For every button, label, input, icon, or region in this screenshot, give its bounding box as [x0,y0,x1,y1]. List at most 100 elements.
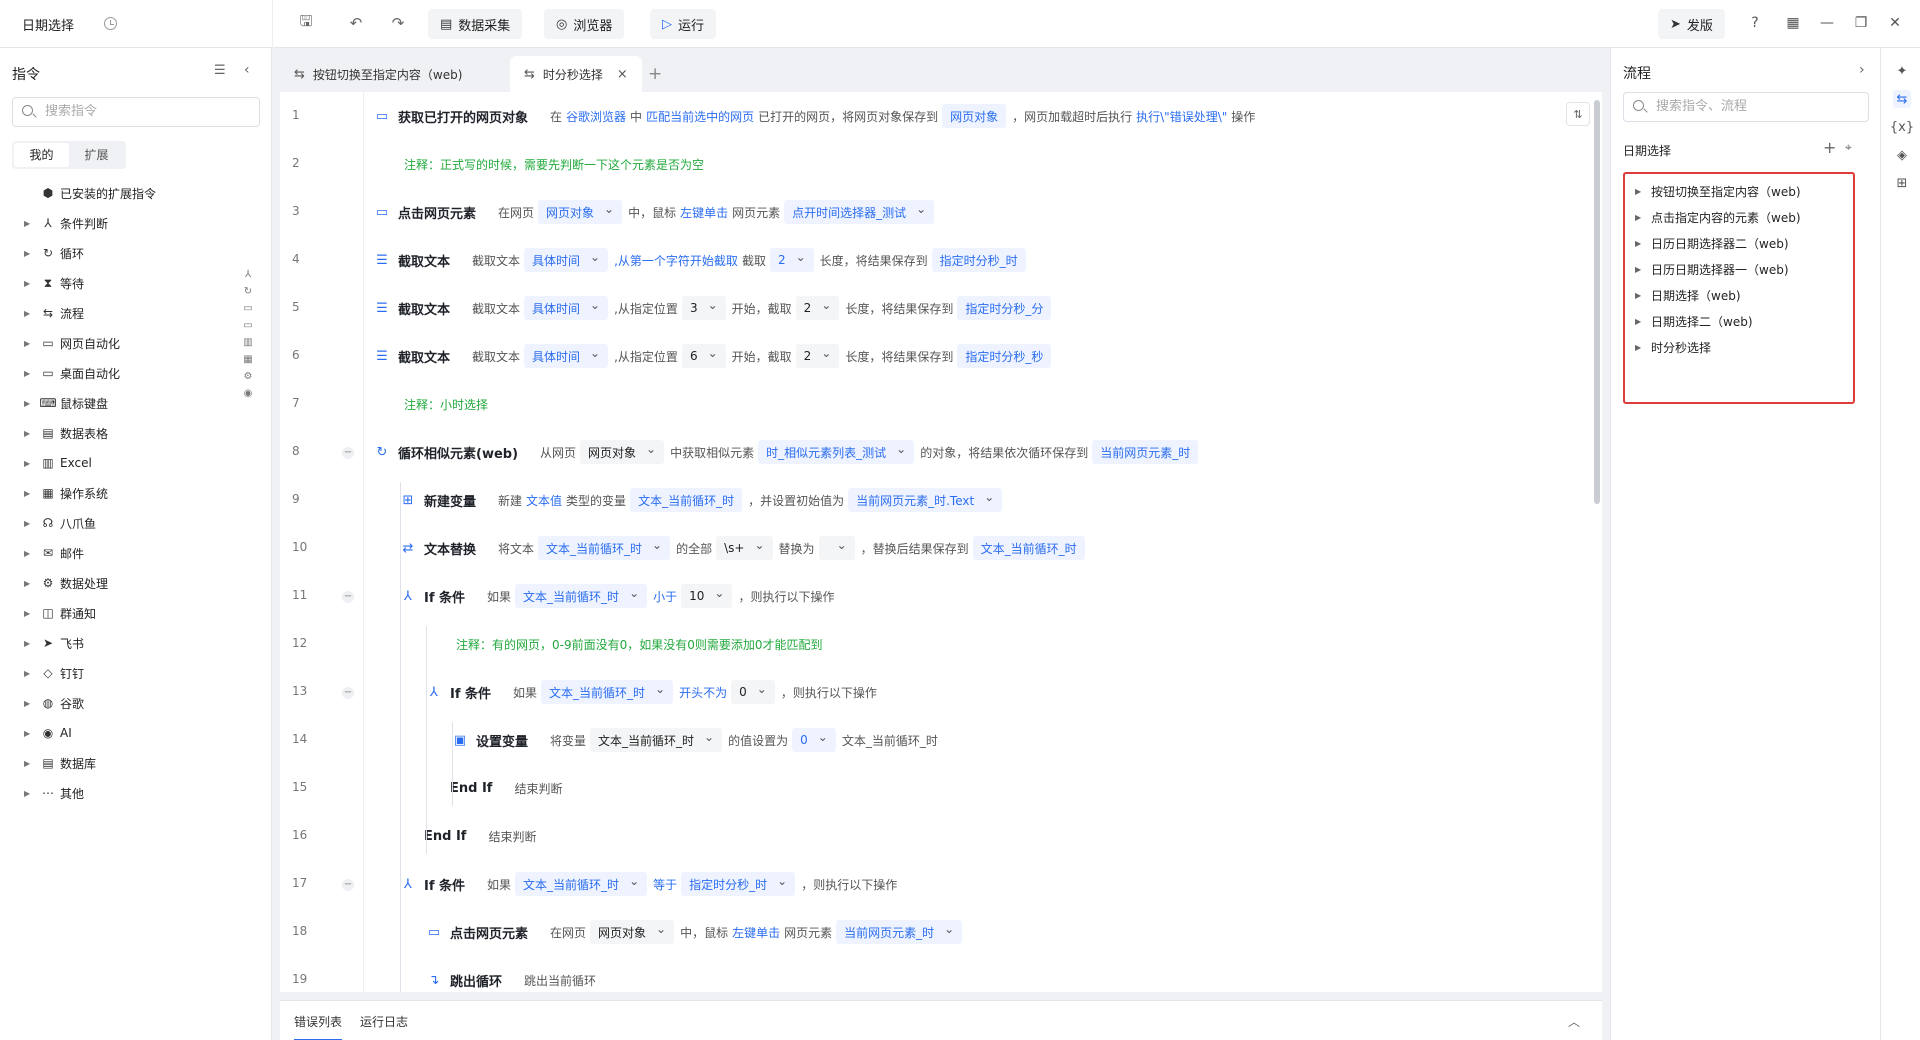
code-line[interactable]: 8 − ↻ 循环相似元素(web) 从网页网页对象中获取相似元素时_相似元素列表_测试的… [280,428,1580,476]
parameter-chip[interactable]: 文本_当前循环_时 [515,584,648,608]
flow-icon[interactable]: ⇆ [1893,90,1911,108]
expand-arrow-icon[interactable]: ▶ [24,219,30,228]
code-line[interactable]: 7 注释：小时选择 [280,380,1580,428]
command-block[interactable]: ▭ 获取已打开的网页对象 在谷歌浏览器中匹配当前选中的网页 已打开的网页，将网页对象保… [374,92,1259,140]
parameter-chip[interactable]: 具体时间 [524,344,609,368]
sparkle-icon[interactable]: ✦ [1893,62,1911,80]
expand-arrow-icon[interactable]: ▶ [24,609,30,618]
command-category-item[interactable]: ▶ ✉ 邮件 [0,538,236,568]
command-search-input[interactable] [45,104,245,119]
parameter-keyword[interactable]: 开头不为 [679,684,727,701]
parameter-chip[interactable]: 当前网页元素_时 [1092,440,1199,464]
expand-arrow-icon[interactable]: ▶ [1635,239,1641,248]
code-line[interactable]: 5☰截取文本截取文本具体时间,从指定位置3开始，截取2长度，将结果保存到指定时分… [280,284,1580,332]
apps-grid-icon[interactable]: ▦ [1784,14,1802,32]
expand-arrow-icon[interactable]: ▶ [1635,291,1641,300]
command-block[interactable]: ▭ 点击网页元素 在网页网页对象中，鼠标左键单击网页元素点开时间选择器_测试 [374,188,940,236]
parameter-chip[interactable]: 网页对象 [580,440,665,464]
code-line[interactable]: 15 End If 结束判断 [280,764,1580,812]
command-category-item[interactable]: ▶ ▤ 数据库 [0,748,236,778]
parameter-keyword[interactable]: 谷歌浏览器 [566,108,626,125]
command-category-item[interactable]: ▶ ▭ 网页自动化 [0,328,236,358]
installed-extensions-item[interactable]: ⬢ 已安装的扩展指令 [0,178,236,208]
add-flow-icon[interactable]: + [1823,138,1836,157]
flow-item[interactable]: ▶ 日期选择（web) [1625,282,1853,308]
parameter-chip[interactable]: 2 [795,296,840,320]
expand-arrow-icon[interactable]: ▶ [1635,343,1641,352]
expand-arrow-icon[interactable]: ▶ [24,399,30,408]
layers-icon[interactable]: ◈ [1893,146,1911,164]
code-line[interactable]: 17 − ⅄ If 条件 如果文本_当前循环_时等于指定时分秒_时 ，则执行以下操作 [280,860,1580,908]
command-block[interactable]: ⅄ If 条件 如果文本_当前循环_时等于指定时分秒_时 ，则执行以下操作 [400,860,901,908]
command-category-item[interactable]: ▶ ◍ 谷歌 [0,688,236,718]
flow-search-input[interactable] [1656,99,1856,114]
parameter-chip[interactable]: 当前网页元素_时 [836,920,963,944]
fold-toggle-icon[interactable]: − [342,447,354,459]
expand-arrow-icon[interactable]: ▶ [24,789,30,798]
expand-arrow-icon[interactable]: ▶ [24,549,30,558]
parameter-chip[interactable] [818,536,855,560]
branch-icon[interactable]: ⅄ [245,268,251,281]
expand-arrow-icon[interactable]: ▶ [24,699,30,708]
command-category-item[interactable]: ▶ ⌨ 鼠标键盘 [0,388,236,418]
add-tab-icon[interactable]: + [648,64,662,84]
parameter-chip[interactable]: 指定时分秒_分 [957,296,1052,320]
expand-arrow-icon[interactable]: ▶ [24,729,30,738]
expand-arrow-icon[interactable]: ▶ [24,429,30,438]
command-category-item[interactable]: ▶ ↻ 循环 [0,238,236,268]
parameter-chip[interactable]: 指定时分秒_时 [681,872,796,896]
parameter-chip[interactable]: 具体时间 [524,296,609,320]
parameter-chip[interactable]: 网页对象 [590,920,675,944]
expand-arrow-icon[interactable]: ▶ [1635,213,1641,222]
tab-error-list[interactable]: 错误列表 [294,1013,343,1040]
tab-run-log[interactable]: 运行日志 [360,1013,408,1030]
os-icon[interactable]: ▦ [243,353,252,366]
expand-arrow-icon[interactable]: ▶ [24,639,30,648]
parameter-chip[interactable]: 2 [795,344,840,368]
code-line[interactable]: 9 ⊞ 新建变量 新建 文本值 类型的变量 文本_当前循环_时 ，并设置初始值为 当前网页元素_… [280,476,1580,524]
expand-arrow-icon[interactable]: ▶ [24,579,30,588]
parameter-chip[interactable]: 文本_当前循环_时 [541,680,674,704]
tab-time-select[interactable]: ⇆ 时分秒选择 × [510,56,642,92]
command-category-item[interactable]: ▶ ◉ AI [0,718,236,748]
command-block[interactable]: End If 结束判断 [426,764,566,812]
parameter-keyword[interactable]: 匹配当前选中的网页 [646,108,754,125]
expand-arrow-icon[interactable]: ▶ [1635,317,1641,326]
sort-icon[interactable]: ☰ [214,63,226,78]
command-category-item[interactable]: ▶ ☊ 八爪鱼 [0,508,236,538]
parameter-chip[interactable]: 6 [681,344,726,368]
code-line[interactable]: 16 End If 结束判断 [280,812,1580,860]
command-block[interactable]: ☰截取文本截取文本具体时间,从第一个字符开始截取截取2长度，将结果保存到指定时分… [374,236,1032,284]
parameter-keyword[interactable]: 小于 [653,588,677,605]
tab-extensions[interactable]: 扩展 [69,143,124,167]
fold-toggle-icon[interactable]: − [342,687,354,699]
flow-search[interactable] [1623,92,1869,122]
settings-icon[interactable]: ⚙ [244,370,253,383]
excel-icon[interactable]: ▥ [243,336,252,349]
flow-item[interactable]: ▶ 日历日期选择器一（web) [1625,256,1853,282]
code-line[interactable]: 10⇄文本替换将文本文本_当前循环_时的全部\s+替换为，替换后结果保存到文本_… [280,524,1580,572]
expand-arrow-icon[interactable]: ▶ [24,369,30,378]
data-collect-button[interactable]: ▤ 数据采集 [428,9,523,39]
browser-button[interactable]: ◎ 浏览器 [544,9,625,39]
command-category-item[interactable]: ▶ ⅄ 条件判断 [0,208,236,238]
save-icon[interactable]: 🖫 [297,12,315,32]
flow-item[interactable]: ▶ 按钮切换至指定内容（web) [1625,178,1853,204]
command-block[interactable]: ☰截取文本截取文本具体时间,从指定位置3开始，截取2长度，将结果保存到指定时分秒… [374,284,1057,332]
expand-arrow-icon[interactable]: ▶ [24,309,30,318]
redo-icon[interactable]: ↷ [389,14,407,32]
expand-arrow-icon[interactable]: ▶ [24,249,30,258]
parameter-chip[interactable]: 0 [731,680,775,704]
collapse-panel-icon[interactable]: ‹ [244,62,250,78]
code-line[interactable]: 3 ▭ 点击网页元素 在网页网页对象中，鼠标左键单击网页元素点开时间选择器_测试 [280,188,1580,236]
command-category-item[interactable]: ▶ ⇆ 流程 [0,298,236,328]
command-category-item[interactable]: ▶ ▦ 操作系统 [0,478,236,508]
parameter-chip[interactable]: 文本_当前循环_时 [590,728,723,752]
parameter-chip[interactable]: 10 [681,584,733,608]
expand-arrow-icon[interactable]: ▶ [24,339,30,348]
code-line[interactable]: 18 ▭ 点击网页元素 在网页网页对象中，鼠标左键单击网页元素当前网页元素_时 [280,908,1580,956]
parameter-keyword[interactable]: 左键单击 [732,924,780,941]
fold-toggle-icon[interactable]: − [342,879,354,891]
parameter-chip[interactable]: 点开时间选择器_测试 [784,200,935,224]
expand-arrow-icon[interactable]: ▶ [24,669,30,678]
